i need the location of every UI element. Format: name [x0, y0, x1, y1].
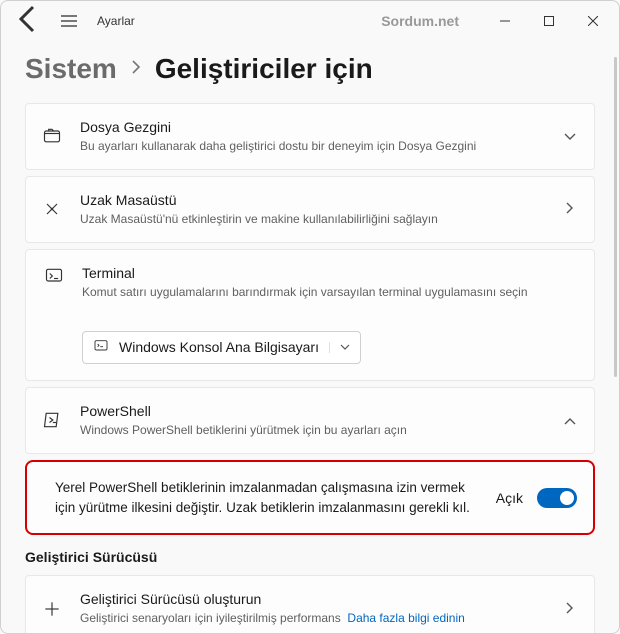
- terminal-dropdown[interactable]: Windows Konsol Ana Bilgisayarı: [82, 331, 361, 364]
- minimize-button[interactable]: [483, 5, 527, 37]
- powershell-policy-row: Yerel PowerShell betiklerinin imzalanmad…: [25, 460, 595, 535]
- page-title: Geliştiriciler için: [155, 53, 373, 85]
- card-title: Terminal: [82, 264, 578, 282]
- remote-icon: [40, 199, 64, 219]
- powershell-icon: [40, 410, 64, 430]
- dropdown-value: Windows Konsol Ana Bilgisayarı: [119, 339, 319, 355]
- card-title: Uzak Masaüstü: [80, 191, 546, 209]
- chevron-right-icon: [562, 201, 578, 217]
- watermark: Sordum.net: [381, 13, 459, 29]
- back-button[interactable]: [13, 3, 45, 40]
- titlebar: Ayarlar Sordum.net: [1, 1, 619, 41]
- card-title: Geliştirici Sürücüsü oluşturun: [80, 590, 546, 608]
- app-title: Ayarlar: [97, 14, 135, 28]
- card-remote-desktop[interactable]: Uzak Masaüstü Uzak Masaüstü'nü etkinleşt…: [25, 176, 595, 243]
- card-title: Dosya Gezgini: [80, 118, 546, 136]
- breadcrumb-parent[interactable]: Sistem: [25, 53, 117, 85]
- window: Ayarlar Sordum.net Sistem Geliştiriciler…: [0, 0, 620, 634]
- terminal-icon: [42, 266, 66, 286]
- card-file-explorer[interactable]: Dosya Gezgini Bu ayarları kullanarak dah…: [25, 103, 595, 170]
- card-terminal: Terminal Komut satırı uygulamalarını bar…: [25, 249, 595, 381]
- folder-icon: [40, 126, 64, 146]
- chevron-right-icon: [562, 601, 578, 617]
- card-desc: Geliştirici senaryoları için iyileştiril…: [80, 610, 546, 627]
- maximize-button[interactable]: [527, 5, 571, 37]
- content: Sistem Geliştiriciler için Dosya Gezgini…: [1, 41, 619, 633]
- chevron-right-icon: [131, 60, 141, 79]
- policy-toggle[interactable]: [537, 488, 577, 508]
- hamburger-menu-icon[interactable]: [53, 15, 85, 27]
- chevron-down-icon: [562, 128, 578, 144]
- dev-drive-heading: Geliştirici Sürücüsü: [25, 549, 595, 565]
- policy-text: Yerel PowerShell betiklerinin imzalanmad…: [55, 478, 482, 517]
- chevron-up-icon: [562, 412, 578, 428]
- plus-icon: [40, 599, 64, 619]
- card-desc: Windows PowerShell betiklerini yürütmek …: [80, 422, 546, 439]
- card-desc: Uzak Masaüstü'nü etkinleştirin ve makine…: [80, 211, 546, 228]
- card-dev-drive[interactable]: Geliştirici Sürücüsü oluşturun Geliştiri…: [25, 575, 595, 633]
- console-host-icon: [93, 338, 109, 357]
- card-desc: Komut satırı uygulamalarını barındırmak …: [82, 284, 578, 301]
- card-desc: Bu ayarları kullanarak daha geliştirici …: [80, 138, 546, 155]
- chevron-down-icon: [329, 342, 350, 353]
- card-powershell[interactable]: PowerShell Windows PowerShell betiklerin…: [25, 387, 595, 454]
- close-button[interactable]: [571, 5, 615, 37]
- scrollbar[interactable]: [614, 57, 617, 377]
- learn-more-link[interactable]: Daha fazla bilgi edinin: [347, 611, 464, 625]
- card-title: PowerShell: [80, 402, 546, 420]
- toggle-state-label: Açık: [496, 490, 523, 506]
- breadcrumb: Sistem Geliştiriciler için: [25, 53, 595, 85]
